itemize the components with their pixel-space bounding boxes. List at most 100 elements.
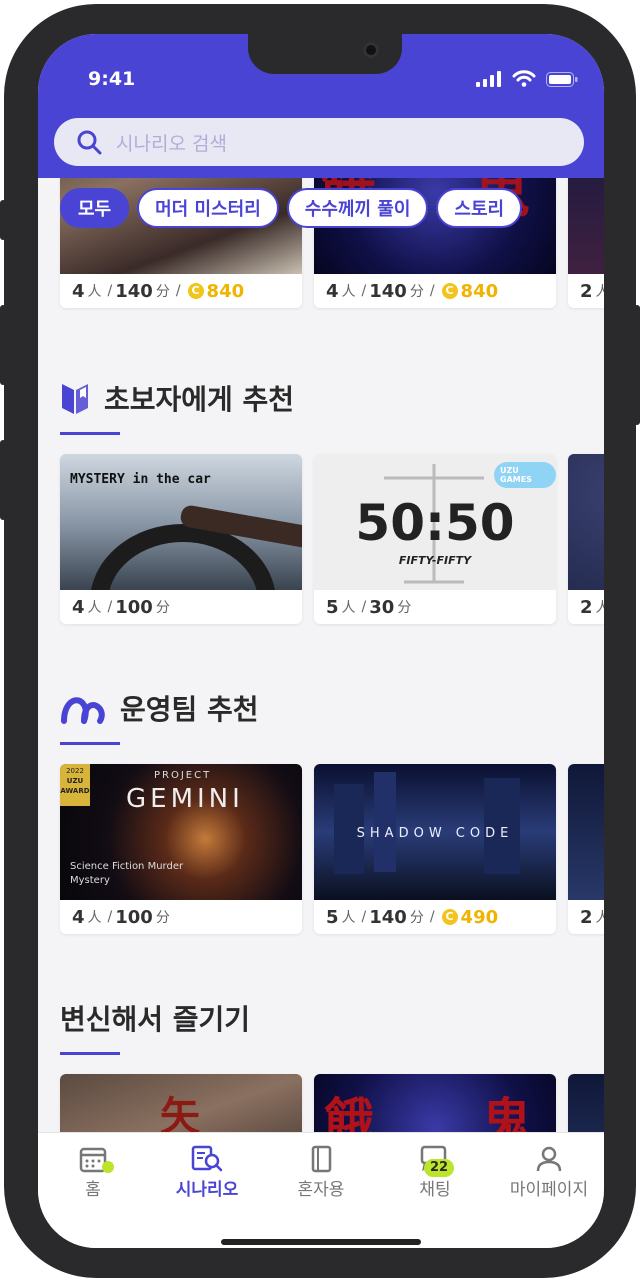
tab-solo[interactable]: 혼자용 [266,1143,376,1200]
wifi-icon [512,70,536,87]
play-time: 100 [115,906,153,928]
time-unit: 分 [409,910,424,926]
award-badge: 2022 UZU AWARD [60,764,90,806]
card-meta: 4 人/ 140 分 / C 840 [72,280,245,302]
thumbnail-title: GEMINI [126,784,244,814]
tab-label: 시나리오 [175,1180,239,1200]
status-time: 9:41 [88,68,136,90]
scenario-card[interactable]: SHADOW CODE 5 人/ 140 分 / C 490 [314,764,556,934]
filter-chip-riddle[interactable]: 수수께끼 풀이 [286,188,429,228]
player-count: 2 [580,596,593,618]
tab-label: 홈 [85,1180,101,1200]
scenario-card[interactable]: 50:50 FIFTY-FIFTY UZU GAMES 5 人/ 30 分 [314,454,556,624]
chat-badge: 22 [424,1159,455,1177]
award-year: 2022 [66,767,84,775]
time-unit: 分 [155,910,170,926]
play-time: 140 [369,280,407,302]
scenario-card[interactable]: 2人 [568,454,604,624]
bottom-tab-bar: 홈 시나리오 혼자용 22 채팅 마이페이지 [38,1132,604,1248]
scenario-thumbnail [568,764,604,900]
books-icon [311,1145,332,1173]
filter-chips: 모두 머더 미스터리 수수께끼 풀이 스토리 [60,188,523,228]
phone-frame: 9:41 시나리오 검색 4 人 / 140 分 / C 840 4 人 / 1… [0,0,640,1282]
thumbnail-art [374,772,396,872]
player-unit: 人 [341,284,356,300]
tab-label: 혼자용 [297,1180,345,1200]
player-count: 2 [580,906,593,928]
front-camera [363,42,379,58]
search-bar[interactable]: 시나리오 검색 [54,118,584,166]
notch [248,34,402,74]
player-count: 4 [72,596,85,618]
card-meta: 4 人/ 100 分 [72,596,170,618]
card-meta: 2人 [568,590,604,624]
play-time: 100 [115,596,153,618]
player-count: 4 [72,906,85,928]
scenario-thumbnail: 50:50 FIFTY-FIFTY UZU GAMES [314,454,556,590]
thumbnail-subtitle: FIFTY-FIFTY [398,554,472,567]
coin-icon: C [187,283,204,299]
section-title: 운영팀 추천 [120,693,259,726]
player-unit: 人 [87,284,102,300]
home-indicator[interactable] [221,1239,421,1245]
card-meta: 2人 [568,274,604,308]
thumbnail-subtitle: Science Fiction Murder Mystery [70,861,184,886]
battery-icon [546,72,578,87]
filter-chip-all[interactable]: 모두 [60,188,130,228]
play-time: 30 [369,596,395,618]
section-underline [60,1052,120,1055]
play-time: 140 [115,280,153,302]
thumbnail-title: SHADOW CODE [356,826,514,841]
scenario-thumbnail: PROJECT GEMINI Science Fiction Murder My… [60,764,302,900]
tab-label: 마이페이지 [509,1180,589,1200]
tab-mypage[interactable]: 마이페이지 [494,1143,604,1200]
player-unit: 人 [341,600,356,616]
cellular-signal-icon [476,71,501,87]
player-unit: 人 [595,910,604,926]
scenario-card[interactable]: PROJECT GEMINI Science Fiction Murder My… [60,764,302,934]
price: 840 [206,280,245,302]
card-meta: 4 人/ 140 分 / C 840 [326,280,499,302]
thumbnail-title: MYSTERY in the car [70,472,211,487]
time-unit: 分 [155,284,170,300]
book-icon [62,384,88,414]
uzu-logo-icon [61,697,105,724]
player-count: 5 [326,906,339,928]
tab-chat[interactable]: 22 채팅 [380,1143,490,1200]
price: 490 [460,906,499,928]
thumbnail-pretitle: PROJECT [154,770,212,781]
status-icons [476,70,578,87]
section-title: 초보자에게 추천 [104,383,295,416]
section-header: 초보자에게 추천 [60,378,294,418]
tab-scenario[interactable]: 시나리오 [152,1143,262,1200]
time-unit: 分 [155,600,170,616]
section-title: 변신해서 즐기기 [60,1003,251,1036]
player-count: 4 [326,280,339,302]
player-count: 2 [580,280,593,302]
scenario-thumbnail [568,454,604,590]
section-underline [60,432,120,435]
card-meta: 5 人/ 140 分 / C 490 [326,906,499,928]
search-icon [77,130,102,155]
scenario-thumbnail: SHADOW CODE [314,764,556,900]
uzu-games-logo: UZU GAMES [494,462,556,488]
award-text: UZU AWARD [60,777,90,795]
coin-icon: C [441,283,458,299]
tab-home[interactable]: 홈 [38,1143,148,1200]
screen: 9:41 시나리오 검색 4 人 / 140 分 / C 840 4 人 / 1… [38,34,604,1248]
scenario-search-icon [191,1145,223,1172]
card-meta: 5 人/ 30 分 [326,596,412,618]
card-meta: 2人 [568,900,604,934]
time-unit: 分 [397,600,412,616]
scenario-card[interactable]: MYSTERY in the car 4 人/ 100 分 [60,454,302,624]
scenario-card[interactable]: 2人 [568,764,604,934]
section-header: 운영팀 추천 [60,688,259,728]
play-time: 140 [369,906,407,928]
filter-chip-murder-mystery[interactable]: 머더 미스터리 [137,188,279,228]
price: 840 [460,280,499,302]
filter-chip-story[interactable]: 스토리 [436,188,523,228]
search-placeholder: 시나리오 검색 [116,132,227,155]
card-meta: 4 人/ 100 分 [72,906,170,928]
notification-dot [102,1161,114,1173]
scenario-thumbnail: MYSTERY in the car [60,454,302,590]
